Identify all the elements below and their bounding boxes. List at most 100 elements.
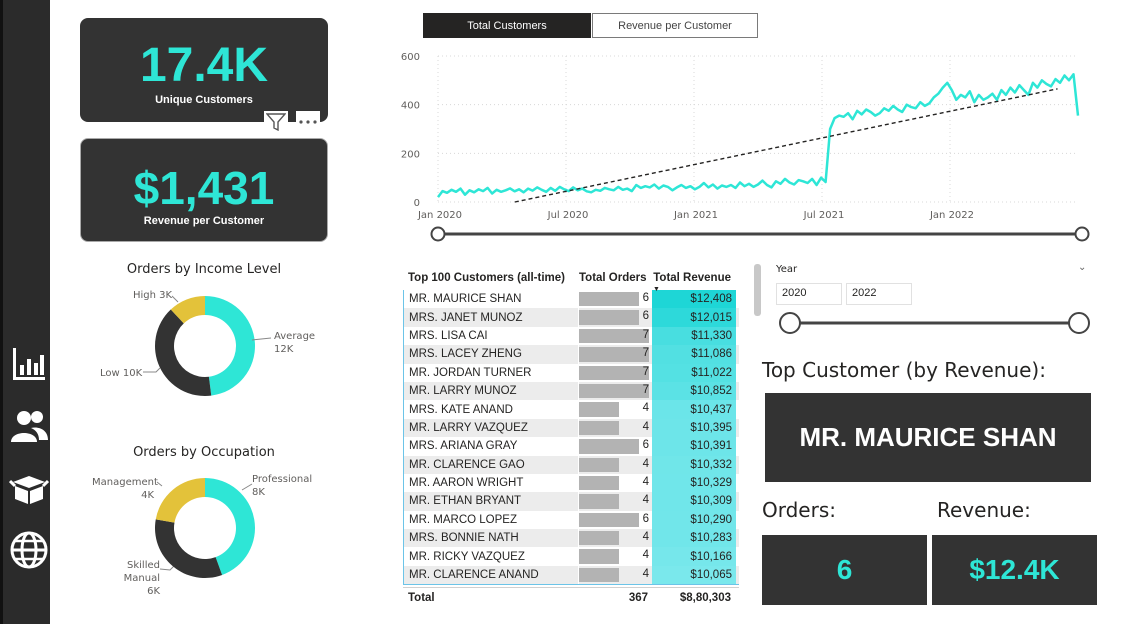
cell-orders: 7 (578, 363, 652, 382)
year-from-input[interactable]: 2020 (776, 283, 842, 305)
table-row[interactable]: MRS. KATE ANAND 4 $10,437 (404, 400, 739, 419)
cell-orders: 6 (578, 437, 652, 456)
cell-revenue: $10,437 (652, 400, 736, 419)
series-line-total-customers[interactable] (437, 73, 1080, 198)
table-body: MR. MAURICE SHAN 6 $12,408 MRS. JANET MUNOZ… (403, 290, 739, 586)
cell-customer-name: MRS. KATE ANAND (409, 403, 513, 416)
income-slice-average[interactable] (205, 296, 255, 396)
table-row[interactable]: MRS. JANET MUNOZ 6 $12,015 (404, 308, 739, 327)
donut-income-chart[interactable] (150, 291, 260, 401)
cell-customer-name: MR. AARON WRIGHT (409, 477, 524, 490)
cell-revenue: $10,166 (652, 547, 736, 566)
cell-orders: 7 (578, 381, 652, 401)
x-tick-label: Jul 2020 (547, 210, 589, 221)
kpi-card-customers[interactable]: 17.4K Unique Customers (80, 18, 328, 122)
cell-orders: 4 (578, 400, 652, 419)
table-col-customer[interactable]: Top 100 Customers (all-time) (403, 272, 577, 284)
tab-total-customers[interactable]: Total Customers (423, 13, 591, 38)
table-row[interactable]: MRS. ARIANA GRAY 6 $10,391 (404, 437, 739, 456)
table-row[interactable]: MR. MARCO LOPEZ 6 $10,290 (404, 510, 739, 530)
chevron-down-icon[interactable]: ⌄ (1078, 262, 1086, 273)
customers-line-chart[interactable]: 0 200 400 600 Jan 2020 Jul 2020 Jan 2021 Jul 20… (398, 42, 1098, 247)
x-tick-label: Jan 2021 (673, 210, 718, 221)
table-row[interactable]: MR. LARRY VAZQUEZ 4 $10,395 (404, 418, 739, 438)
table-total-label: Total (408, 591, 435, 604)
globe-icon[interactable] (7, 528, 51, 572)
cell-revenue: $10,332 (652, 455, 736, 474)
table-row[interactable]: MR. CLARENCE ANAND 4 $10,065 (404, 565, 739, 585)
cell-revenue: $10,290 (652, 510, 736, 530)
table-total-orders: 367 (628, 591, 648, 604)
revenue-value-card: $12.4K (932, 535, 1097, 605)
orders-databar (579, 549, 619, 564)
donut-occupation-label-professional: Professional 8K (252, 474, 313, 498)
y-tick-label: 600 (401, 52, 420, 63)
cell-customer-name: MR. MARCO LOPEZ (409, 513, 517, 526)
cell-revenue: $10,329 (652, 473, 736, 493)
table-row[interactable]: MR. CLARENCE GAO 4 $10,332 (404, 455, 739, 474)
table-row[interactable]: MRS. BONNIE NATH 4 $10,283 (404, 529, 739, 548)
cell-customer-name: MR. CLARENCE GAO (409, 458, 525, 471)
table-row[interactable]: MR. ETHAN BRYANT 4 $10,309 (404, 492, 739, 511)
date-range-handle-end[interactable] (1074, 226, 1090, 242)
box-icon[interactable] (7, 466, 51, 510)
table-row[interactable]: MR. RICKY VAZQUEZ 4 $10,166 (404, 547, 739, 566)
kpi-card-revenue-per-customer[interactable]: $1,431 Revenue per Customer (80, 138, 328, 242)
orders-value: 6 (642, 512, 649, 525)
top-customers-table: Top 100 Customers (all-time) Total Order… (403, 266, 739, 607)
cell-revenue: $11,330 (652, 326, 736, 346)
orders-value: 4 (642, 494, 649, 507)
table-col-revenue-label: Total Revenue (653, 272, 731, 284)
cell-orders: 4 (578, 547, 652, 566)
x-tick-label: Jan 2022 (929, 210, 974, 221)
tab-revenue-per-customer[interactable]: Revenue per Customer (592, 13, 758, 38)
orders-value: 6 (642, 292, 649, 304)
cell-customer-name: MRS. BONNIE NATH (409, 532, 519, 545)
date-range-handle-start[interactable] (430, 226, 446, 242)
cell-customer-name: MR. CLARENCE ANAND (409, 569, 539, 582)
bar-chart-icon[interactable] (7, 342, 51, 386)
table-row[interactable]: MR. LARRY MUNOZ 7 $10,852 (404, 381, 739, 401)
orders-value: 7 (642, 365, 649, 378)
cell-orders: 6 (578, 308, 652, 327)
cell-orders: 7 (578, 345, 652, 364)
more-options-icon[interactable] (296, 111, 320, 133)
cell-revenue: $12,015 (652, 308, 736, 327)
year-slicer-label: Year (776, 264, 798, 275)
cell-orders: 4 (578, 492, 652, 511)
cell-revenue: $10,391 (652, 437, 736, 456)
trend-line (514, 88, 1058, 203)
cell-orders: 4 (578, 529, 652, 548)
orders-databar (579, 402, 619, 417)
top-customer-label: Top Customer (by Revenue): (762, 358, 1046, 382)
cell-customer-name: MRS. JANET MUNOZ (409, 311, 523, 324)
table-scrollbar[interactable] (754, 264, 761, 316)
orders-label: Orders: (762, 498, 836, 522)
donut-occupation-chart[interactable] (150, 473, 260, 583)
donut-occupation-label-skilled: Skilled Manual 6K (123, 560, 160, 597)
table-row[interactable]: MRS. LISA CAI 7 $11,330 (404, 326, 739, 346)
filter-icon[interactable] (264, 111, 288, 133)
year-range-slider[interactable] (776, 310, 1096, 336)
orders-value: 6 (642, 439, 649, 452)
metric-tabs: Total Customers Revenue per Customer (423, 13, 758, 38)
y-tick-label: 400 (401, 101, 420, 112)
table-row[interactable]: MR. JORDAN TURNER 7 $11,022 (404, 363, 739, 382)
table-col-revenue[interactable]: Total Revenue ▼ (651, 272, 735, 293)
orders-databar (579, 457, 619, 472)
orders-value: 4 (642, 420, 649, 433)
cell-revenue: $11,086 (652, 345, 736, 364)
cell-customer-name: MR. LARRY MUNOZ (409, 385, 517, 398)
orders-value: 7 (642, 383, 649, 396)
table-col-orders[interactable]: Total Orders (577, 272, 651, 284)
table-row[interactable]: MR. AARON WRIGHT 4 $10,329 (404, 473, 739, 493)
cell-customer-name: MR. RICKY VAZQUEZ (409, 550, 525, 563)
users-icon[interactable] (7, 404, 51, 448)
occupation-slice-management[interactable] (155, 478, 205, 523)
table-row[interactable]: MRS. LACEY ZHENG 7 $11,086 (404, 345, 739, 364)
occupation-slice-skilled-manual[interactable] (155, 519, 223, 578)
orders-databar (579, 420, 619, 436)
table-row[interactable]: MR. MAURICE SHAN 6 $12,408 (404, 290, 739, 309)
year-to-input[interactable]: 2022 (846, 283, 912, 305)
orders-databar (579, 292, 639, 307)
